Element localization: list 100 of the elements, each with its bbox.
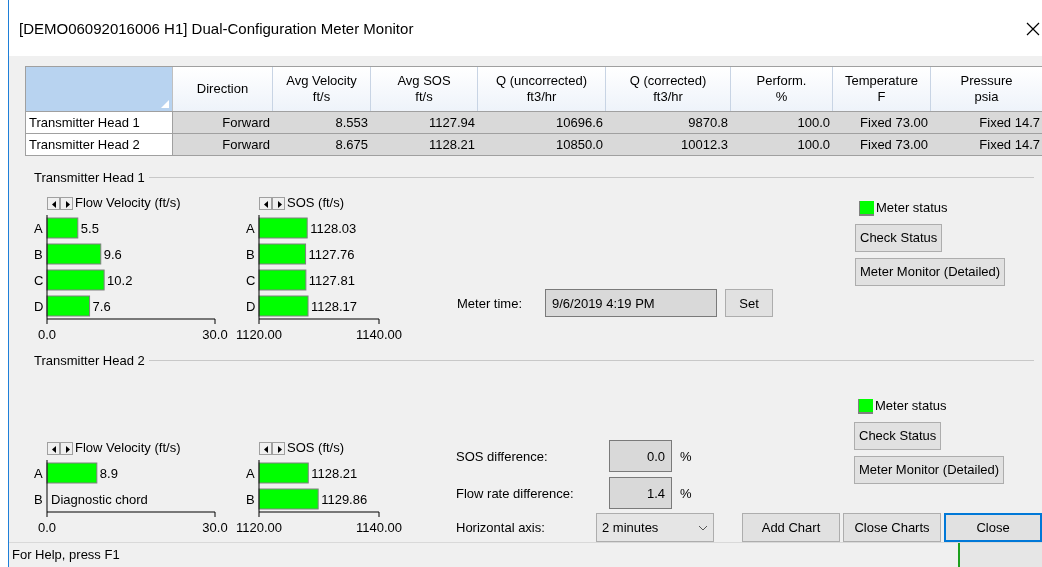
bar (258, 269, 307, 291)
table-cell: 8.553 (273, 111, 371, 133)
action-button[interactable]: Check Status (854, 421, 942, 450)
category-label: D (246, 298, 256, 314)
action-button[interactable]: Close Charts (843, 513, 941, 543)
action-button[interactable]: Close (944, 513, 1042, 543)
window-title: [DEMO06092016006 H1] Dual-Configuration Meter Monitor (19, 19, 414, 39)
table-cell: 1128.21 (371, 133, 478, 155)
corner-triangle-icon (161, 99, 169, 108)
category-label: A (246, 465, 255, 481)
category-label: C (246, 272, 256, 288)
table-cell: 10696.6 (478, 111, 606, 133)
action-button[interactable]: Meter Monitor (Detailed) (854, 455, 1005, 484)
meter-time-field[interactable]: 9/6/2019 4:19 PM (545, 289, 717, 318)
category-label: A (246, 220, 255, 236)
table-cell: 100.0 (731, 111, 833, 133)
value-label: 1128.17 (311, 298, 358, 314)
scroll-left-icon[interactable] (259, 196, 272, 210)
scroll-right-icon[interactable] (60, 196, 73, 210)
row-header: Transmitter Head 1 (26, 111, 173, 133)
table-cell: 1127.94 (371, 111, 478, 133)
table-cell: Fixed 73.00 (833, 133, 931, 155)
axis-dropdown[interactable]: 2 minutes (596, 513, 714, 543)
table-cell: Forward (173, 111, 273, 133)
bar (46, 462, 98, 484)
scroll-right-icon[interactable] (272, 196, 285, 210)
column-header: Pressure psia (931, 66, 1042, 111)
value-label: 10.2 (107, 272, 133, 288)
value-label: 1128.03 (310, 220, 357, 236)
bar (46, 295, 91, 317)
column-header: Avg Velocity ft/s (273, 66, 371, 111)
bar (46, 243, 102, 265)
status-text: For Help, press F1 (12, 546, 120, 565)
value-label: 7.6 (92, 298, 111, 314)
category-label: A (34, 220, 43, 236)
unit-label: % (680, 484, 692, 503)
bar (258, 488, 319, 510)
chart-title: SOS (ft/s) (287, 439, 345, 458)
bar (258, 295, 309, 317)
bar (258, 243, 307, 265)
scroll-left-icon[interactable] (47, 196, 60, 210)
table-cell: Fixed 14.7 (931, 111, 1042, 133)
field-label: Meter time: (457, 294, 523, 313)
value-label: 1127.76 (308, 246, 355, 262)
category-label: C (34, 272, 44, 288)
value-label: 1127.81 (308, 272, 355, 288)
bar (258, 462, 309, 484)
row-header: Transmitter Head 2 (26, 133, 173, 155)
status-label: Meter status (876, 199, 948, 218)
table-cell: 9870.8 (606, 111, 731, 133)
table-cell: Fixed 73.00 (833, 111, 931, 133)
column-header: Direction (173, 66, 273, 111)
tick-label: 30.0 (202, 326, 228, 342)
scroll-left-icon[interactable] (47, 441, 60, 455)
readout-field: 1.4 (609, 477, 672, 510)
scroll-right-icon[interactable] (272, 441, 285, 455)
annotation-text: Diagnostic chord (51, 491, 148, 507)
column-header: Q (uncorrected) ft3/hr (478, 66, 606, 111)
table-cell: Forward (173, 133, 273, 155)
chart-title: SOS (ft/s) (287, 194, 345, 213)
field-label: Flow rate difference: (456, 484, 575, 503)
tick-label: 0.0 (37, 519, 57, 535)
action-button[interactable]: Meter Monitor (Detailed) (855, 257, 1006, 286)
category-label: B (246, 246, 255, 262)
field-label: Horizontal axis: (456, 519, 546, 538)
action-button[interactable]: Set (725, 289, 773, 318)
category-label: B (34, 246, 43, 262)
tick-label: 1140.00 (356, 326, 402, 342)
column-header: Avg SOS ft/s (371, 66, 478, 111)
readout-field: 0.0 (609, 440, 672, 473)
category-label: B (246, 491, 255, 507)
close-icon[interactable] (1026, 22, 1040, 36)
category-label: A (34, 465, 43, 481)
scroll-left-icon[interactable] (259, 441, 272, 455)
action-button[interactable]: Check Status (855, 223, 943, 252)
value-label: 1129.86 (321, 491, 368, 507)
table-cell: 10012.3 (606, 133, 731, 155)
value-label: 5.5 (80, 220, 99, 236)
column-header: Temperature F (833, 66, 931, 111)
tick-label: 30.0 (202, 519, 228, 535)
bar (258, 217, 308, 239)
bar (46, 217, 79, 239)
value-label: 1128.21 (311, 465, 358, 481)
table-cell: 8.675 (273, 133, 371, 155)
chart-title: Flow Velocity (ft/s) (75, 194, 181, 213)
scroll-right-icon[interactable] (60, 441, 73, 455)
bar (46, 269, 105, 291)
section-title: Transmitter Head 1 (34, 168, 145, 187)
status-label: Meter status (875, 397, 947, 416)
category-label: B (34, 491, 43, 507)
tick-label: 1120.00 (236, 326, 282, 342)
table-cell: 100.0 (731, 133, 833, 155)
table-cell: 10850.0 (478, 133, 606, 155)
field-label: SOS difference: (456, 447, 549, 466)
category-label: D (34, 298, 44, 314)
table-cell: Fixed 14.7 (931, 133, 1042, 155)
column-header: Q (corrected) ft3/hr (606, 66, 731, 111)
action-button[interactable]: Add Chart (742, 513, 840, 543)
unit-label: % (680, 447, 692, 466)
value-label: 8.9 (99, 465, 118, 481)
